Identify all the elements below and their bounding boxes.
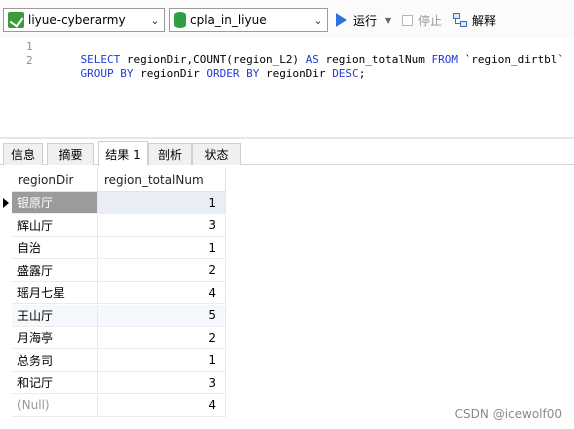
- table-row[interactable]: 辉山厅 3: [0, 214, 226, 237]
- code-line-2: GROUP BY regionDir ORDER BY regionDir DE…: [54, 54, 366, 93]
- cell-regionDir[interactable]: 瑶月七星: [12, 282, 98, 304]
- table-row[interactable]: 银原厅 1: [0, 192, 226, 214]
- cell-region-totalNum[interactable]: 1: [98, 237, 226, 259]
- tab-summary[interactable]: 摘要: [47, 143, 94, 165]
- cell-regionDir[interactable]: 和记厅: [12, 372, 98, 394]
- cell-region-totalNum[interactable]: 5: [98, 304, 226, 327]
- table-row[interactable]: 盛露厅 2: [0, 259, 226, 282]
- result-tabs: 信息 摘要 结果 1 剖析 状态: [0, 141, 574, 166]
- cell-regionDir[interactable]: 总务司: [12, 349, 98, 372]
- pane-splitter[interactable]: [0, 137, 574, 139]
- cell-regionDir[interactable]: 盛露厅: [12, 259, 98, 282]
- sql-text: regionDir: [259, 67, 333, 80]
- table-row[interactable]: 和记厅 3: [0, 372, 226, 394]
- cell-region-totalNum[interactable]: 2: [98, 327, 226, 349]
- connection-select[interactable]: liyue-cyberarmy ⌄: [3, 8, 165, 32]
- cell-regionDir[interactable]: 自治: [12, 237, 98, 259]
- connection-select-value: liyue-cyberarmy: [28, 13, 126, 27]
- explain-button[interactable]: 解释: [453, 10, 496, 30]
- cell-regionDir[interactable]: 辉山厅: [12, 214, 98, 237]
- connection-icon: [8, 12, 24, 28]
- stop-button[interactable]: 停止: [402, 10, 442, 30]
- play-icon: [336, 13, 347, 27]
- table-row[interactable]: 总务司 1: [0, 349, 226, 372]
- line-number-gutter: 1 2: [0, 38, 42, 138]
- sql-text: ;: [358, 67, 366, 80]
- cell-region-totalNum[interactable]: 4: [98, 282, 226, 304]
- table-row[interactable]: (Null) 4: [0, 394, 226, 417]
- cell-regionDir[interactable]: 王山厅: [12, 304, 98, 327]
- sql-text: `region_dirtbl`: [458, 53, 564, 66]
- run-dropdown-icon[interactable]: ▼: [385, 16, 391, 25]
- table-row[interactable]: 王山厅 5: [0, 304, 226, 327]
- cell-region-totalNum[interactable]: 2: [98, 259, 226, 282]
- line-number: 2: [26, 54, 33, 67]
- line-number: 1: [26, 40, 33, 53]
- explain-icon: [453, 12, 468, 28]
- watermark: CSDN @icewolf00: [454, 407, 562, 421]
- tab-profile[interactable]: 剖析: [148, 143, 192, 165]
- cell-region-totalNum[interactable]: 3: [98, 372, 226, 394]
- cell-regionDir[interactable]: 银原厅: [12, 192, 98, 214]
- cell-region-totalNum[interactable]: 1: [98, 349, 226, 372]
- chevron-down-icon[interactable]: ⌄: [309, 9, 327, 31]
- sql-keyword: FROM: [431, 53, 459, 66]
- stop-icon: [402, 14, 413, 26]
- toolbar: liyue-cyberarmy ⌄ cpla_in_liyue ⌄ 运行 ▼ 停…: [0, 0, 574, 38]
- sql-keyword: GROUP BY: [80, 67, 134, 80]
- tab-info[interactable]: 信息: [3, 143, 43, 165]
- cell-region-totalNum[interactable]: 4: [98, 394, 226, 417]
- tab-status[interactable]: 状态: [192, 143, 241, 165]
- database-select[interactable]: cpla_in_liyue ⌄: [169, 8, 328, 32]
- table-row[interactable]: 月海亭 2: [0, 327, 226, 349]
- run-button-label: 运行: [353, 13, 378, 28]
- run-button[interactable]: 运行 ▼: [336, 10, 391, 30]
- cell-region-totalNum[interactable]: 3: [98, 214, 226, 237]
- current-row-indicator-icon: [0, 192, 12, 214]
- tab-result-1[interactable]: 结果 1: [98, 141, 148, 166]
- sql-keyword: ORDER BY: [206, 67, 260, 80]
- column-header-regionDir[interactable]: regionDir: [12, 168, 98, 192]
- column-header-region-totalNum[interactable]: region_totalNum: [98, 168, 226, 192]
- chevron-down-icon[interactable]: ⌄: [146, 9, 164, 31]
- sql-keyword: DESC: [332, 67, 359, 80]
- cell-regionDir[interactable]: 月海亭: [12, 327, 98, 349]
- sql-editor[interactable]: 1 2 SELECT regionDir,COUNT(region_L2) AS…: [0, 38, 574, 138]
- cell-region-totalNum[interactable]: 1: [98, 192, 226, 214]
- cell-regionDir[interactable]: (Null): [12, 394, 98, 417]
- stop-button-label: 停止: [418, 13, 443, 28]
- explain-button-label: 解释: [472, 13, 497, 28]
- table-row[interactable]: 自治 1: [0, 237, 226, 259]
- database-icon: [174, 12, 186, 28]
- sql-text: regionDir: [133, 67, 207, 80]
- table-row[interactable]: 瑶月七星 4: [0, 282, 226, 304]
- database-select-value: cpla_in_liyue: [190, 13, 267, 27]
